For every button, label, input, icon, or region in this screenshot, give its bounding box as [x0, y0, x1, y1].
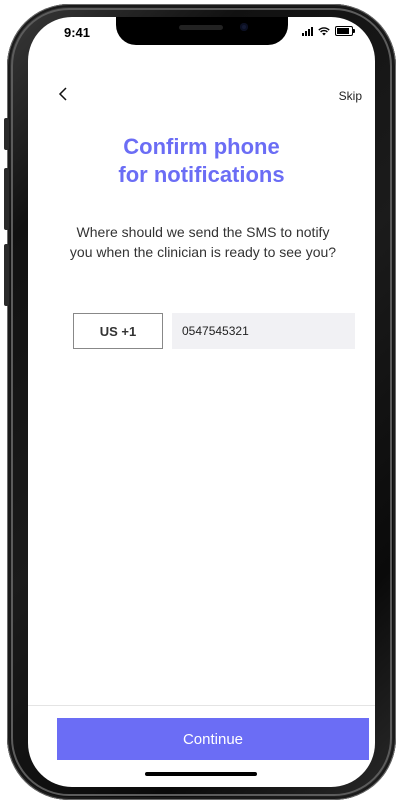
home-indicator [145, 772, 257, 776]
speaker-grille [179, 25, 223, 30]
cellular-signal-icon [302, 26, 313, 36]
front-camera [240, 23, 248, 31]
skip-button[interactable]: Skip [339, 89, 362, 103]
footer-divider [28, 705, 375, 706]
page-title: Confirm phone for notifications [28, 133, 375, 189]
sms-description: Where should we send the SMS to notify y… [69, 224, 337, 260]
volume-down-button [4, 244, 9, 306]
title-line-2: for notifications [118, 162, 285, 187]
chevron-left-icon[interactable] [58, 87, 70, 101]
mute-switch [4, 118, 9, 150]
device-notch [116, 17, 288, 45]
continue-button[interactable]: Continue [57, 718, 369, 760]
status-time: 9:41 [64, 25, 91, 40]
country-code-selector[interactable]: US +1 [73, 313, 163, 349]
wifi-icon [318, 26, 330, 35]
battery-icon [335, 26, 355, 36]
app-screen: 9:41 Skip Confirm phone for notification… [28, 17, 375, 787]
volume-up-button [4, 168, 9, 230]
title-line-1: Confirm phone [123, 134, 280, 159]
status-icons [302, 26, 355, 36]
phone-number-input[interactable] [172, 313, 355, 349]
